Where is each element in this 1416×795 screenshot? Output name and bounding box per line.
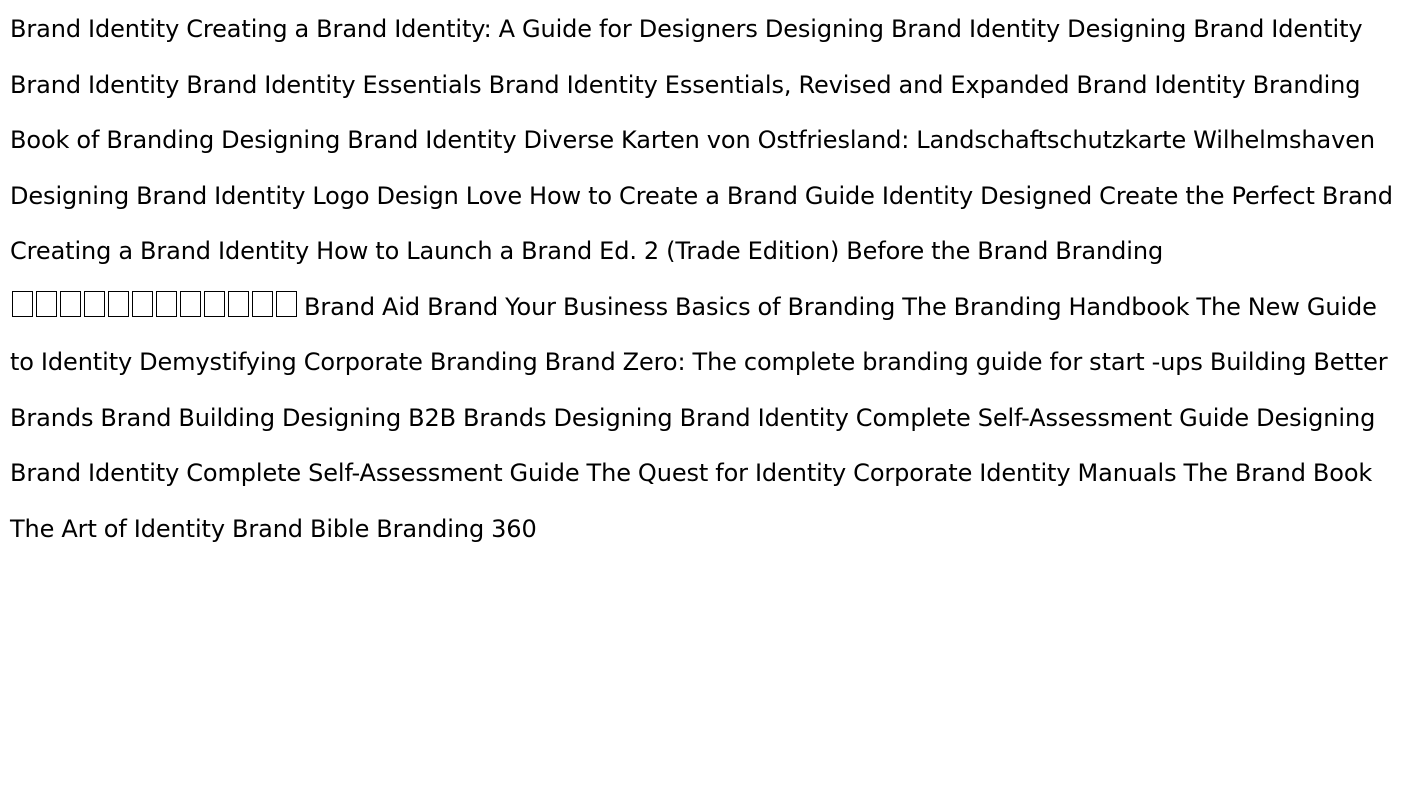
missing-glyph-box xyxy=(156,290,177,317)
missing-glyph-box xyxy=(204,290,225,317)
missing-glyph-box xyxy=(36,290,57,317)
missing-glyph-box xyxy=(180,290,201,317)
missing-glyph-box xyxy=(228,290,249,317)
missing-glyph-run xyxy=(12,280,297,336)
title-text-part-1: Brand Identity Creating a Brand Identity… xyxy=(10,15,1393,265)
missing-glyph-box xyxy=(108,290,129,317)
book-title-list: Brand Identity Creating a Brand Identity… xyxy=(10,2,1406,557)
missing-glyph-box xyxy=(276,290,297,317)
document-page: Brand Identity Creating a Brand Identity… xyxy=(0,0,1416,795)
missing-glyph-box xyxy=(84,290,105,317)
missing-glyph-box xyxy=(12,290,33,317)
missing-glyph-box xyxy=(252,290,273,317)
missing-glyph-box xyxy=(132,290,153,317)
missing-glyph-box xyxy=(60,290,81,317)
